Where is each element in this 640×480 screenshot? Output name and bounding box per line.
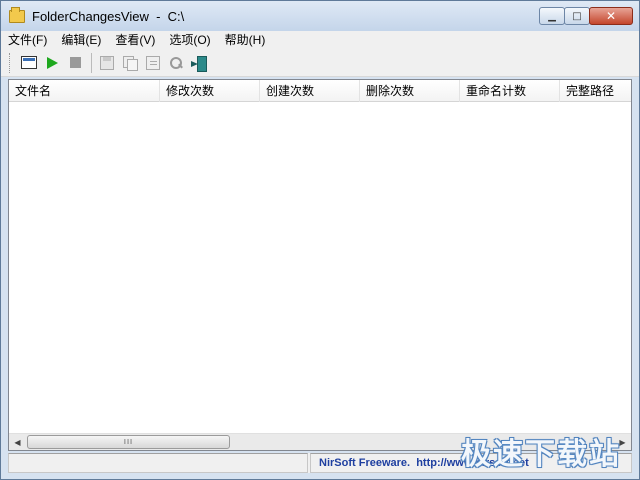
- close-button[interactable]: ✕: [589, 7, 633, 25]
- column-header-filename[interactable]: 文件名: [9, 80, 160, 102]
- menu-bar: 文件(F) 编辑(E) 查看(V) 选项(O) 帮助(H): [1, 31, 639, 49]
- minimize-icon: ▁: [548, 10, 556, 22]
- monitored-path: C:\: [167, 9, 185, 24]
- window-title: FolderChangesView - C:\: [32, 9, 184, 24]
- toolbar: [1, 49, 639, 77]
- exit-icon: [191, 55, 207, 72]
- scroll-left-icon: ◀: [14, 437, 21, 447]
- title-bar[interactable]: FolderChangesView - C:\ ▁ □ ✕: [1, 1, 639, 31]
- properties-button[interactable]: [142, 52, 164, 74]
- app-name: FolderChangesView: [32, 9, 149, 24]
- save-button[interactable]: [96, 52, 118, 74]
- title-separator: -: [156, 9, 161, 24]
- close-icon: ✕: [605, 9, 617, 23]
- save-icon: [100, 55, 114, 70]
- html-report-icon: [21, 56, 37, 69]
- html-report-button[interactable]: [18, 52, 40, 74]
- copy-button[interactable]: [119, 52, 141, 74]
- maximize-icon: □: [572, 10, 582, 22]
- nirsoft-link[interactable]: NirSoft Freeware. http://www.nirsoft.net: [310, 453, 632, 473]
- find-icon: [169, 56, 183, 70]
- menu-view[interactable]: 查看(V): [108, 32, 162, 48]
- toolbar-grip[interactable]: [9, 52, 12, 73]
- scroll-left-button[interactable]: ◀: [9, 434, 26, 450]
- horizontal-scrollbar[interactable]: ◀ III ▶: [9, 433, 631, 450]
- maximize-button[interactable]: □: [564, 7, 590, 25]
- scroll-right-button[interactable]: ▶: [614, 434, 631, 450]
- column-header-full-path[interactable]: 完整路径: [560, 80, 631, 102]
- exit-button[interactable]: [188, 52, 210, 74]
- column-header-created-count[interactable]: 创建次数: [260, 80, 360, 102]
- window-controls: ▁ □ ✕: [539, 7, 633, 25]
- column-header-renamed-count[interactable]: 重命名计数: [460, 80, 560, 102]
- stop-icon: [69, 57, 81, 68]
- start-button[interactable]: [41, 52, 63, 74]
- stop-button[interactable]: [64, 52, 86, 74]
- toolbar-separator: [91, 52, 92, 73]
- menu-file[interactable]: 文件(F): [1, 32, 54, 48]
- minimize-button[interactable]: ▁: [539, 7, 565, 25]
- menu-options[interactable]: 选项(O): [162, 32, 217, 48]
- scrollbar-thumb[interactable]: III: [27, 435, 230, 449]
- start-icon: [46, 56, 58, 69]
- copy-icon: [123, 55, 138, 71]
- column-header-modified-count[interactable]: 修改次数: [160, 80, 260, 102]
- folder-icon: [9, 7, 25, 23]
- status-cell-info: [8, 453, 308, 473]
- menu-help[interactable]: 帮助(H): [218, 32, 273, 48]
- app-window: FolderChangesView - C:\ ▁ □ ✕ 文件(F) 编辑(E…: [0, 0, 640, 480]
- status-bar: NirSoft Freeware. http://www.nirsoft.net: [8, 453, 632, 473]
- scroll-right-icon: ▶: [619, 437, 626, 447]
- grip-icon: III: [123, 438, 134, 446]
- list-header: 文件名 修改次数 创建次数 删除次数 重命名计数 完整路径: [9, 80, 631, 102]
- column-header-deleted-count[interactable]: 删除次数: [360, 80, 460, 102]
- properties-icon: [146, 55, 160, 70]
- menu-edit[interactable]: 编辑(E): [54, 32, 108, 48]
- find-button[interactable]: [165, 52, 187, 74]
- changes-list[interactable]: 文件名 修改次数 创建次数 删除次数 重命名计数 完整路径 ◀ III ▶: [8, 79, 632, 451]
